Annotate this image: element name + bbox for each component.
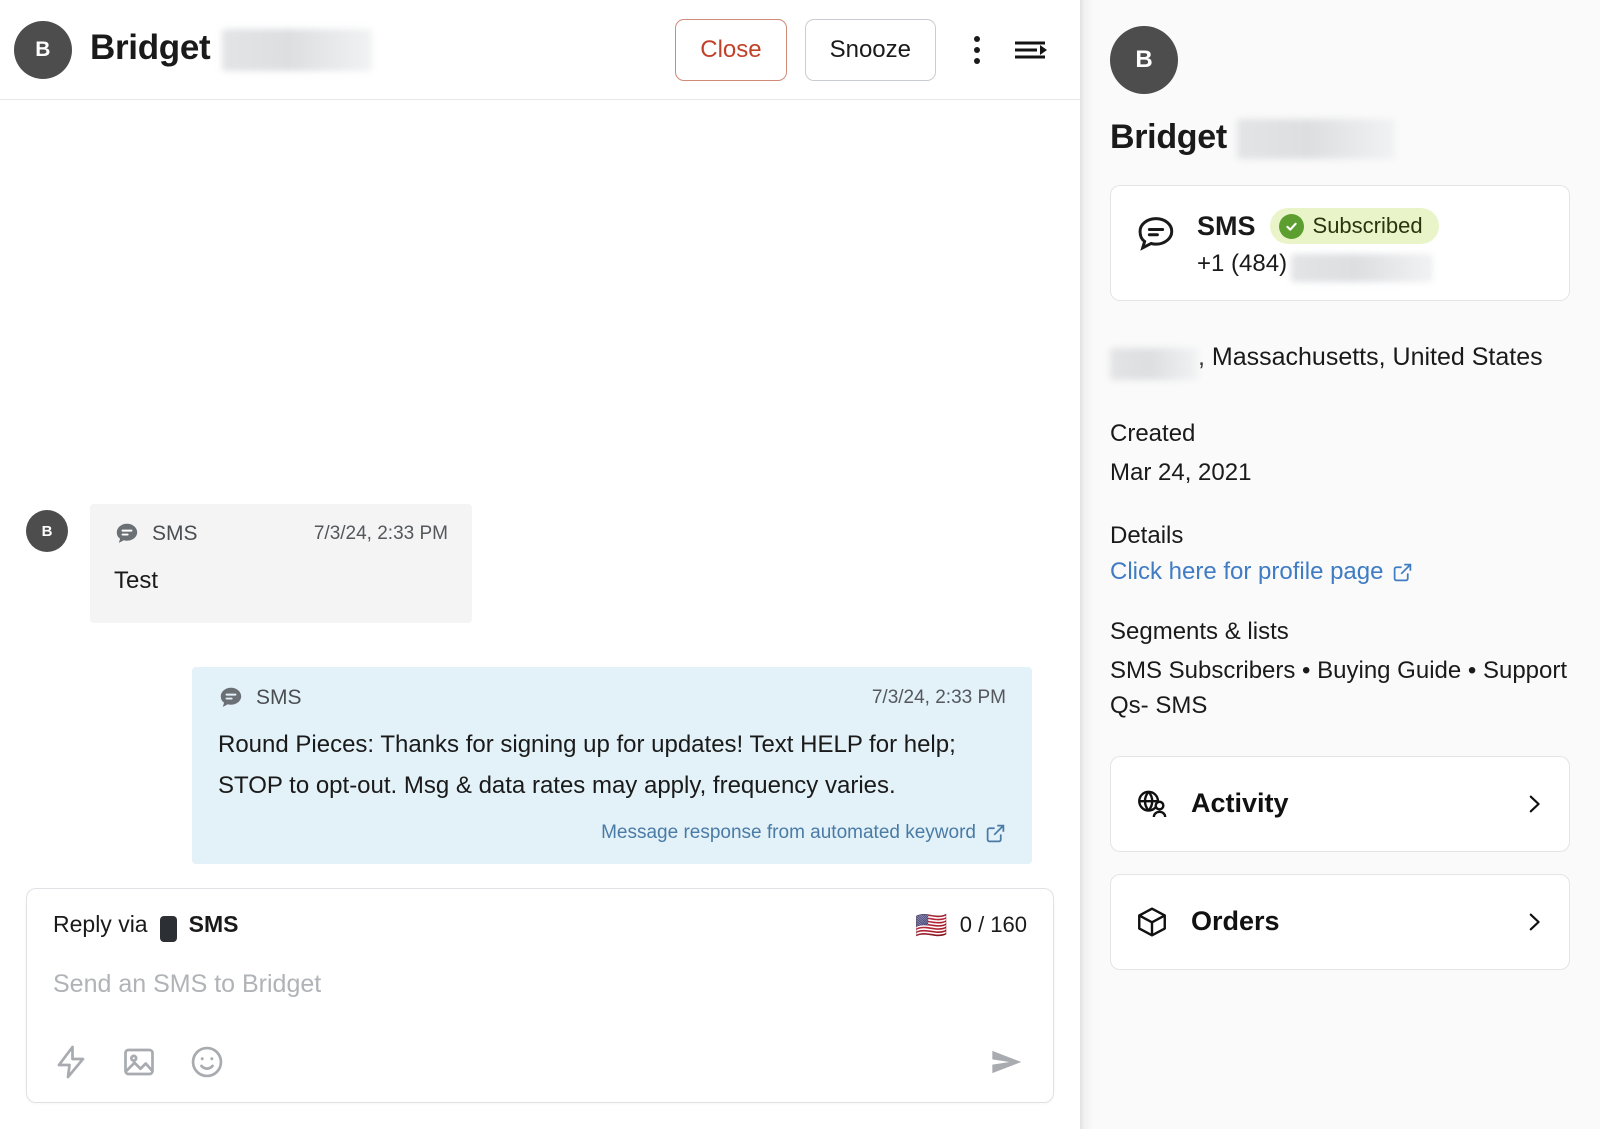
message-input[interactable]: Send an SMS to Bridget — [53, 970, 1027, 1002]
sms-bubble-icon — [1138, 217, 1174, 251]
status-badge: Subscribed — [1269, 208, 1439, 245]
sidebar-item-activity[interactable]: Activity — [1110, 755, 1570, 852]
snooze-button[interactable]: Snooze — [804, 18, 936, 81]
check-circle-icon — [1278, 213, 1304, 239]
message-channel-label: SMS — [152, 522, 198, 546]
check-icon — [1285, 222, 1297, 231]
contact-name-text: Bridget — [90, 28, 211, 68]
reply-via-label: Reply via — [53, 911, 148, 937]
sms-card-title-row: SMS Subscribed — [1197, 208, 1545, 245]
phone-number-text: +1 (484) — [1197, 250, 1288, 278]
sms-card-phone: +1 (484) — [1197, 250, 1545, 283]
profile-location: , Massachusetts, United States — [1110, 337, 1570, 381]
message-meta: SMS 7/3/24, 2:33 PM — [114, 521, 448, 547]
image-icon[interactable] — [121, 1044, 157, 1080]
message-timestamp: 7/3/24, 2:33 PM — [313, 523, 448, 545]
profile-panel: B Bridget SMS Subscribed +1 (484) , Mass… — [1080, 0, 1600, 1129]
message-avatar: B — [26, 510, 68, 553]
redacted-city — [1110, 348, 1198, 381]
status-badge-label: Subscribed — [1312, 213, 1423, 239]
message-bubble-inbound: SMS 7/3/24, 2:33 PM Test — [90, 504, 472, 624]
details-field: Details Click here for profile page — [1110, 522, 1570, 586]
page-title: Bridget — [90, 28, 373, 71]
collapse-panel-icon — [1015, 41, 1047, 58]
automated-keyword-link[interactable]: Message response from automated keyword — [218, 822, 1006, 844]
sms-channel-card[interactable]: SMS Subscribed +1 (484) — [1110, 185, 1570, 302]
chevron-right-icon — [1529, 795, 1540, 813]
profile-location-text: , Massachusetts, United States — [1198, 343, 1543, 372]
character-counter: 0 / 160 — [959, 911, 1027, 937]
external-link-icon — [986, 824, 1005, 842]
details-label: Details — [1110, 522, 1184, 550]
profile-name: Bridget — [1110, 118, 1570, 160]
automated-keyword-label: Message response from automated keyword — [601, 822, 976, 843]
conversation-pane: B Bridget Close Snooze B SMS 7/3/24, 2:3… — [0, 0, 1080, 1129]
message-meta: SMS 7/3/24, 2:33 PM — [218, 685, 1006, 711]
us-flag-icon: 🇺🇸 — [915, 909, 948, 940]
sms-card-title: SMS — [1197, 210, 1256, 241]
character-counter-group: 🇺🇸 0 / 160 — [915, 912, 1027, 938]
globe-person-icon — [1138, 790, 1167, 818]
composer-toolbar — [53, 1042, 1027, 1082]
phone-icon — [159, 915, 177, 942]
message-timestamp: 7/3/24, 2:33 PM — [871, 687, 1006, 709]
sms-channel-icon — [116, 523, 138, 543]
segments-value: SMS Subscribers • Buying Guide • Support… — [1110, 657, 1568, 720]
created-field: Created Mar 24, 2021 — [1110, 420, 1570, 491]
sidebar-item-label: Activity — [1191, 788, 1289, 819]
conversation-header: B Bridget Close Snooze — [0, 0, 1080, 100]
profile-page-link-label: Click here for profile page — [1110, 558, 1384, 586]
message-body-text: Test — [114, 567, 159, 595]
created-value: Mar 24, 2021 — [1110, 458, 1252, 486]
redacted-phone — [1291, 254, 1434, 283]
composer-wrapper: Reply via SMS 🇺🇸 0 / 160 Send an SMS to … — [0, 888, 1080, 1129]
profile-avatar: B — [1110, 26, 1178, 94]
emoji-icon[interactable] — [189, 1044, 225, 1080]
created-label: Created — [1110, 419, 1196, 447]
message-bubble-outbound: SMS 7/3/24, 2:33 PM Round Pieces: Thanks… — [192, 667, 1032, 864]
message-row-inbound: B SMS 7/3/24, 2:33 PM Test — [26, 504, 1054, 624]
profile-name-text: Bridget — [1110, 118, 1227, 156]
kebab-menu-icon — [974, 35, 980, 64]
sms-channel-icon — [220, 688, 242, 708]
close-button[interactable]: Close — [675, 18, 787, 81]
conversation-screen: B Bridget Close Snooze B SMS 7/3/24, 2:3… — [0, 0, 1600, 1129]
reply-channel-label[interactable]: SMS — [189, 911, 239, 938]
header-actions: Close Snooze — [675, 18, 1058, 81]
composer-header: Reply via SMS 🇺🇸 0 / 160 — [53, 911, 1027, 942]
messages-container: B SMS 7/3/24, 2:33 PM Test SMS 7/3/24, 2… — [26, 504, 1054, 888]
reply-composer: Reply via SMS 🇺🇸 0 / 160 Send an SMS to … — [26, 888, 1054, 1103]
profile-page-link[interactable]: Click here for profile page — [1110, 558, 1413, 586]
more-options-button[interactable] — [950, 23, 1004, 77]
message-list: B SMS 7/3/24, 2:33 PM Test SMS 7/3/24, 2… — [0, 100, 1080, 888]
sms-card-body: SMS Subscribed +1 (484) — [1197, 208, 1545, 283]
segments-field: Segments & lists SMS Subscribers • Buyin… — [1110, 618, 1570, 724]
sidebar-item-label: Orders — [1191, 906, 1280, 937]
sidebar-item-orders[interactable]: Orders — [1110, 873, 1570, 970]
message-body-text: Round Pieces: Thanks for signing up for … — [218, 731, 956, 799]
redacted-last-name — [1236, 119, 1395, 160]
quick-reply-icon[interactable] — [53, 1044, 89, 1080]
contact-avatar: B — [14, 20, 72, 79]
redacted-last-name — [222, 28, 373, 71]
external-link-icon — [1394, 563, 1412, 582]
collapse-panel-button[interactable] — [1004, 23, 1058, 77]
send-button[interactable] — [987, 1042, 1027, 1082]
segments-label: Segments & lists — [1110, 618, 1289, 646]
box-icon — [1138, 907, 1166, 937]
chevron-right-icon — [1529, 913, 1540, 931]
message-channel-label: SMS — [256, 686, 302, 710]
